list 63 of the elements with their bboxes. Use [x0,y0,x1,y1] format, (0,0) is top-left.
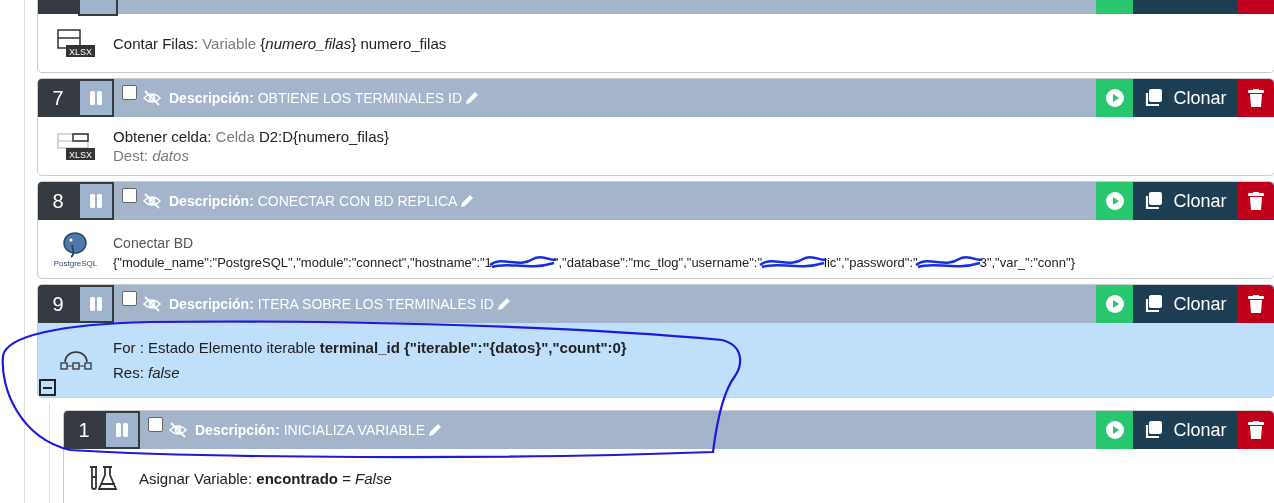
checkbox[interactable] [122,188,137,203]
trash-icon [1247,192,1264,210]
collapse-toggle[interactable] [39,379,56,396]
connection-params: 3","var_":"conn"} [979,254,1075,270]
step-description: Descripción: ITERA SOBRE LOS TERMINALES ID [169,296,494,312]
step-number: 8 [38,182,78,220]
checkbox[interactable] [122,291,137,306]
delete-button[interactable] [1237,411,1274,449]
pause-icon [90,194,102,208]
database-logo: PostgreSQL [53,230,98,268]
step-number: 9 [38,285,78,323]
clone-button[interactable]: Clonar [1133,411,1237,449]
play-icon [1105,295,1124,313]
checkbox[interactable] [122,85,137,100]
connection-params: {"module_name":"PostgreSQL","module":"connect","hostname":"1 [113,254,492,270]
play-icon [1105,421,1124,439]
step-description: Descripción: CONECTAR CON BD REPLICA [169,193,458,209]
pause-icon [90,297,102,311]
checkbox[interactable] [148,417,163,432]
action-title: Conectar BD [113,234,195,251]
trash-icon [1247,89,1264,107]
clone-button[interactable]: Clonar [1133,285,1237,323]
step-body[interactable]: PostgreSQL Conectar BD {"module_name":"PostgreSQL","module":"connect","hostname":"1 ","database":"mc_tlog","username":" lic","password":" 3","var_":"conn"} [38,220,1274,278]
step-detail-text: Variable [201,34,258,52]
copy-icon [1143,191,1164,211]
play-icon [1105,89,1124,107]
step-detail-text: {numero_filas} numero_filas [260,34,447,52]
step-body[interactable]: Asignar Variable: encontrado = False [64,449,1274,503]
step-description: Descripción: OBTIENE LOS TERMINALES ID [169,90,463,106]
clone-button[interactable]: Clonar [1133,182,1237,220]
pause-button[interactable] [78,285,114,323]
connection-params: lic","password":" [824,254,918,270]
step-detail-text: Asignar Variable: encontrado = False [139,469,392,487]
delete-button[interactable] [1237,79,1274,117]
pause-icon [116,423,128,437]
delete-button[interactable] [1237,182,1274,220]
step-detail-text: Res: false [113,364,180,381]
step-description: Descripción: INICIALIZA VARIABLE [195,422,426,438]
step-detail-text: Contar Filas: [113,34,199,52]
step-body[interactable]: For : Estado Elemento iterable terminal_id {"iterable":"{datos}","count":0} Res: false [38,323,1274,397]
step-number: 1 [64,411,104,449]
pause-button[interactable] [104,411,140,449]
copy-icon [1143,420,1164,440]
step-detail-text: Obtener celda: [113,128,212,145]
pause-icon [90,91,102,105]
step-body[interactable]: XLSX Contar Filas: Variable {numero_filas} numero_filas [38,14,1274,72]
clone-button[interactable]: Clonar [1133,79,1237,117]
trash-icon [1247,421,1264,439]
copy-icon [1143,88,1164,108]
step-detail-text: Dest: datos [113,147,189,164]
pause-button[interactable] [78,182,114,220]
step-body[interactable]: XLSX Obtener celda: Celda D2:D{numero_filas} Dest: datos [38,117,1274,175]
step-number: 7 [38,79,78,117]
play-icon [1105,192,1124,210]
trash-icon [1247,295,1264,313]
pause-button[interactable] [78,79,114,117]
step-detail-text: D2:D{numero_filas} [258,128,389,145]
connection-params: ","database":"mc_tlog","username":" [553,254,763,270]
step-detail-text: For : Estado Elemento iterable terminal_id {"iterable":"{datos}","count":0} [113,339,627,356]
copy-icon [1143,294,1164,314]
loop-icon [58,348,93,372]
step-detail-text: Celda [214,128,256,145]
delete-button[interactable] [1237,285,1274,323]
